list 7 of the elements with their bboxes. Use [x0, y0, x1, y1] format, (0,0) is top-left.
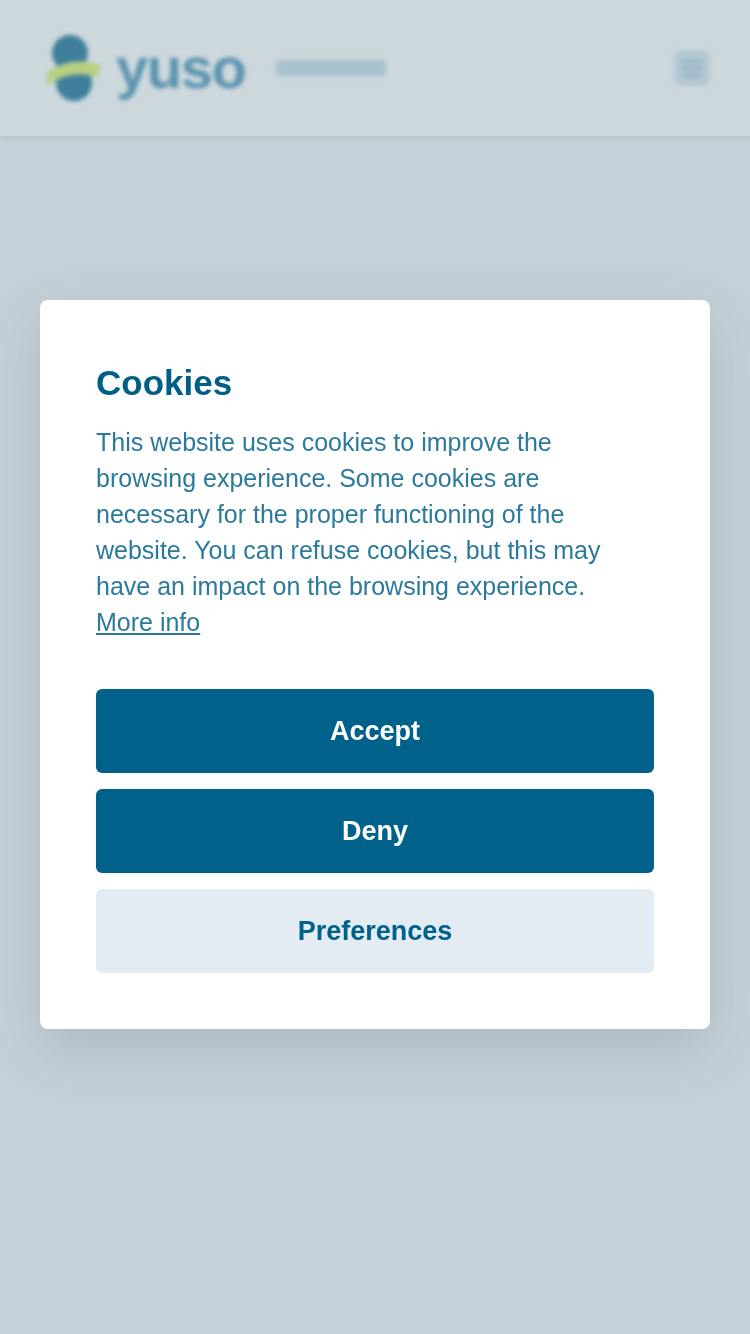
more-info-link[interactable]: More info — [96, 608, 201, 636]
secondary-button[interactable]: Preferences — [96, 889, 654, 973]
dialog-title: Cookies — [96, 362, 234, 404]
primary-button[interactable]: Deny — [96, 789, 654, 873]
cookie-message: This website uses cookies to improve the browsing experience. Some cookies are necessary for the proper functioning of the website. You can refuse cookies, but this may have an impact on the browsing experience. More info — [96, 427, 602, 638]
primary-button[interactable]: Accept — [96, 689, 654, 773]
menu-icon[interactable] — [674, 50, 710, 86]
